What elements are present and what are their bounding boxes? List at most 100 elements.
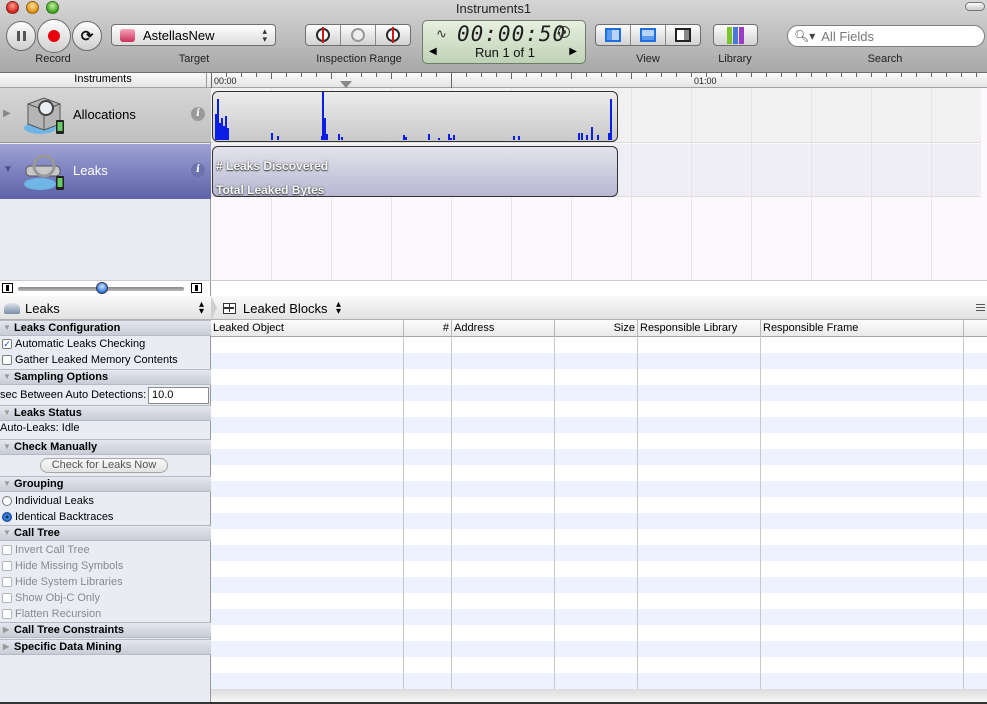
table-row[interactable] (211, 337, 987, 353)
table-row[interactable] (211, 673, 987, 689)
info-icon[interactable]: i (191, 107, 205, 121)
track-area[interactable]: # Leaks Discovered Total Leaked Bytes (211, 88, 987, 280)
disclosure-triangle-icon[interactable]: ▼ (3, 164, 13, 175)
section-sampling-options[interactable]: ▼ Sampling Options (0, 369, 211, 385)
table-row[interactable] (211, 481, 987, 497)
table-row[interactable] (211, 561, 987, 577)
timeline-ruler[interactable]: Instruments 00:00 01:00 (0, 73, 987, 88)
allocations-track[interactable] (212, 91, 618, 142)
section-grouping[interactable]: ▼ Grouping (0, 476, 211, 492)
disclosure-triangle-icon[interactable]: ▶ (3, 108, 11, 119)
zoom-out-icon[interactable] (2, 283, 13, 293)
table-row[interactable] (211, 497, 987, 513)
ruler-tick (631, 73, 632, 79)
instrument-selector[interactable]: Leaks (0, 296, 211, 320)
check-for-leaks-now-button[interactable]: Check for Leaks Now (40, 458, 168, 473)
show-objc-only-checkbox[interactable]: Show Obj-C Only (2, 592, 100, 604)
disclosure-triangle-icon: ▼ (3, 408, 11, 417)
ruler-tick (301, 73, 302, 77)
column-header-responsible-library[interactable]: Responsible Library (638, 320, 761, 337)
identical-backtraces-radio[interactable]: Identical Backtraces (2, 511, 113, 523)
table-row[interactable] (211, 577, 987, 593)
section-specific-data-mining[interactable]: ▶ Specific Data Mining (0, 639, 211, 655)
section-call-tree[interactable]: ▼ Call Tree (0, 525, 211, 541)
range-end-button[interactable] (376, 25, 410, 45)
hide-system-libraries-checkbox[interactable]: Hide System Libraries (2, 576, 123, 588)
toolbar-toggle-button[interactable] (965, 2, 985, 11)
table-row[interactable] (211, 545, 987, 561)
table-row[interactable] (211, 449, 987, 465)
column-header-responsible-frame[interactable]: Responsible Frame (761, 320, 964, 337)
flatten-recursion-checkbox[interactable]: Flatten Recursion (2, 608, 101, 620)
ruler-tick (271, 73, 272, 79)
leaked-blocks-table[interactable]: Leaked Object # Address Size Responsible… (211, 320, 987, 704)
slider-knob[interactable] (96, 282, 108, 294)
ruler-tick (481, 73, 482, 77)
view-bottom-pane-button[interactable] (631, 25, 666, 45)
instrument-row-allocations[interactable]: ▶ Allocations i (0, 88, 211, 143)
activity-bar (578, 132, 580, 140)
table-row[interactable] (211, 529, 987, 545)
playhead-marker[interactable] (340, 81, 352, 88)
table-row[interactable] (211, 353, 987, 369)
ruler-tick (946, 73, 947, 77)
range-start-button[interactable] (306, 25, 341, 45)
activity-bar (453, 135, 455, 140)
disclosure-triangle-icon: ▼ (3, 442, 11, 451)
ruler-tick (571, 73, 572, 79)
table-row[interactable] (211, 657, 987, 673)
target-popup[interactable]: AstellasNew ▴ ▾ (111, 24, 276, 46)
detail-view-selector[interactable]: Leaked Blocks (223, 296, 328, 320)
column-menu-icon[interactable] (976, 304, 985, 311)
view-left-pane-button[interactable] (596, 25, 631, 45)
section-check-manually[interactable]: ▼ Check Manually (0, 439, 211, 455)
record-label: Record (35, 53, 71, 65)
table-row[interactable] (211, 417, 987, 433)
table-row[interactable] (211, 433, 987, 449)
info-icon[interactable]: i (191, 163, 205, 177)
table-row[interactable] (211, 465, 987, 481)
activity-bar (610, 99, 612, 140)
column-header-size[interactable]: Size (555, 320, 638, 337)
target-circle-icon[interactable] (558, 26, 570, 38)
view-right-pane-button[interactable] (666, 25, 700, 45)
table-row[interactable] (211, 625, 987, 641)
table-row[interactable] (211, 593, 987, 609)
column-header-leaked-object[interactable]: Leaked Object (211, 320, 404, 337)
section-title: Leaks Configuration (14, 322, 121, 334)
gather-leaked-memory-checkbox[interactable]: Gather Leaked Memory Contents (2, 354, 178, 366)
next-run-button[interactable]: ▶ (569, 46, 577, 57)
instrument-selector-value: Leaks (25, 300, 60, 316)
activity-bar (597, 135, 599, 140)
sec-between-input[interactable]: 10.0 (148, 387, 209, 404)
table-row[interactable] (211, 369, 987, 385)
instrument-row-leaks[interactable]: ▼ Leaks i (0, 144, 211, 199)
table-row[interactable] (211, 385, 987, 401)
table-row[interactable] (211, 641, 987, 657)
table-row[interactable] (211, 609, 987, 625)
section-call-tree-constraints[interactable]: ▶ Call Tree Constraints (0, 622, 211, 638)
leaks-track[interactable]: # Leaks Discovered Total Leaked Bytes (212, 146, 618, 197)
section-leaks-configuration[interactable]: ▼ Leaks Configuration (0, 320, 211, 336)
hide-missing-symbols-checkbox[interactable]: Hide Missing Symbols (2, 560, 123, 572)
ruler-tick (781, 73, 782, 77)
section-leaks-status[interactable]: ▼ Leaks Status (0, 405, 211, 421)
zoom-in-icon[interactable] (191, 283, 202, 293)
automatic-leaks-checkbox[interactable]: ✓ Automatic Leaks Checking (2, 338, 145, 350)
individual-leaks-radio[interactable]: Individual Leaks (2, 495, 94, 507)
pause-button[interactable] (6, 21, 36, 51)
table-row[interactable] (211, 401, 987, 417)
range-clear-button[interactable] (341, 25, 376, 45)
invert-call-tree-checkbox[interactable]: Invert Call Tree (2, 544, 90, 556)
column-header-address[interactable]: Address (452, 320, 555, 337)
ruler-tick (796, 73, 797, 77)
table-row[interactable] (211, 513, 987, 529)
loop-button[interactable]: ⟳ (72, 21, 102, 51)
library-button[interactable] (713, 24, 758, 46)
leaks-discovered-label: # Leaks Discovered (216, 159, 329, 173)
inspection-range-label: Inspection Range (316, 53, 402, 65)
search-field[interactable]: 🔍︎▾ All Fields (787, 25, 985, 47)
record-button[interactable] (37, 19, 71, 53)
ruler-tick (211, 73, 212, 88)
column-header-count[interactable]: # (404, 320, 452, 337)
